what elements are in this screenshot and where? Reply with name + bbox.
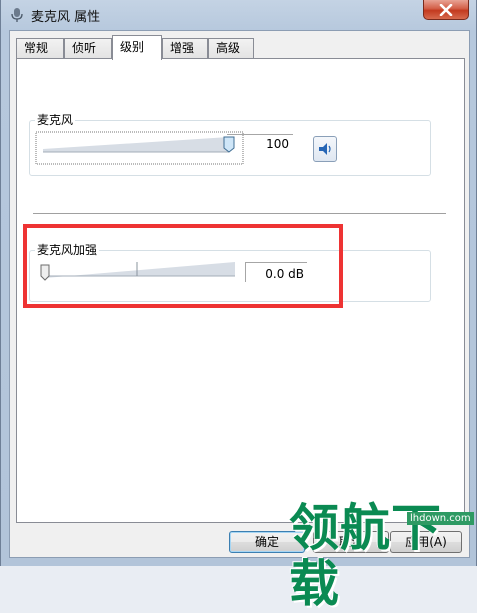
title-bar[interactable]: 麦克风 属性 (1, 0, 477, 30)
properties-window: 麦克风 属性 常规 侦听 级别 增强 高级 麦克风 100 麦克风加强 0.0 … (0, 0, 477, 612)
boost-slider[interactable] (37, 259, 237, 285)
tab-levels[interactable]: 级别 (112, 35, 162, 60)
mute-button[interactable] (313, 136, 337, 162)
close-icon (439, 4, 453, 16)
window-title: 麦克风 属性 (31, 10, 101, 25)
boost-group-label: 麦克风加强 (35, 243, 100, 257)
tab-listen[interactable]: 侦听 (64, 38, 112, 58)
speaker-icon (319, 143, 331, 155)
levels-panel: 麦克风 100 麦克风加强 0.0 dB (16, 58, 465, 523)
separator (33, 213, 446, 215)
boost-slider-graphic (40, 262, 235, 281)
watermark-url: lhdown.com (407, 512, 474, 525)
tab-enhancements[interactable]: 增强 (162, 38, 208, 58)
tab-advanced[interactable]: 高级 (208, 38, 254, 58)
tab-general[interactable]: 常规 (16, 38, 64, 58)
microphone-icon (9, 7, 25, 23)
close-button[interactable] (423, 0, 469, 20)
dialog-client: 常规 侦听 级别 增强 高级 麦克风 100 麦克风加强 0.0 dB 确定 取… (9, 30, 470, 558)
boost-slider-thumb[interactable] (40, 264, 50, 281)
microphone-group-label: 麦克风 (35, 113, 76, 127)
microphone-level-value[interactable]: 100 (227, 135, 289, 153)
microphone-slider-graphic (35, 131, 244, 165)
microphone-slider[interactable] (35, 131, 245, 165)
boost-level-value[interactable]: 0.0 dB (249, 265, 304, 283)
